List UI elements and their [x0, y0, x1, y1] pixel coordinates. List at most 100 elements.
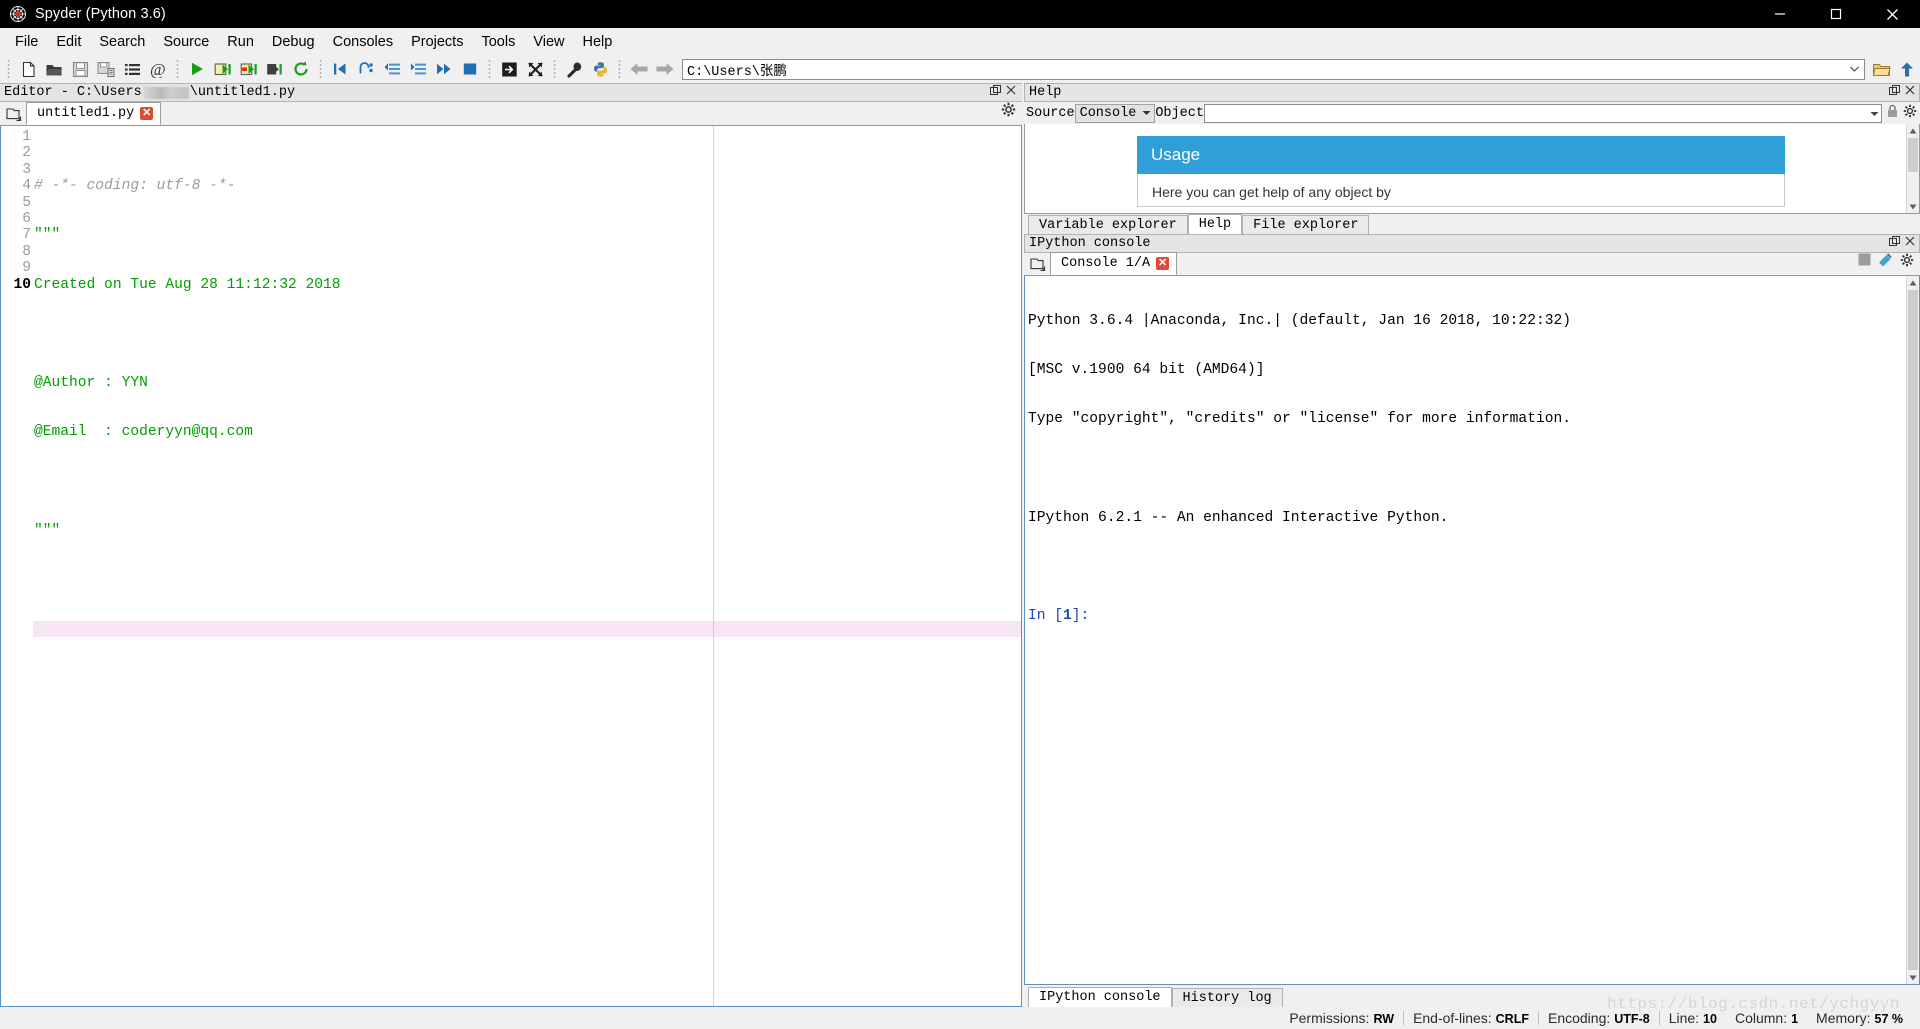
- status-eol-value: CRLF: [1495, 1012, 1529, 1026]
- close-icon[interactable]: [1905, 85, 1915, 101]
- scroll-down-icon[interactable]: [1907, 971, 1919, 984]
- main-toolbar: @ C:\Users\张鹏: [0, 55, 1920, 83]
- menu-view[interactable]: View: [524, 31, 573, 53]
- help-scroll-thumb[interactable]: [1908, 138, 1918, 172]
- undock-icon[interactable]: [1889, 84, 1900, 101]
- debug-continue-icon[interactable]: [431, 56, 457, 82]
- code-line-text: Created on Tue Aug 28 11:12:32 2018: [34, 276, 341, 293]
- list-icon[interactable]: [119, 56, 145, 82]
- toolbar-separator: [317, 58, 324, 80]
- tab-close-icon[interactable]: ✕: [140, 107, 154, 120]
- browse-tabs-icon[interactable]: [2, 103, 26, 125]
- maximize-pane-icon[interactable]: [496, 56, 522, 82]
- status-encoding-value: UTF-8: [1614, 1012, 1650, 1026]
- scroll-down-icon[interactable]: [1907, 200, 1919, 213]
- help-options-gear-icon[interactable]: [1903, 104, 1917, 123]
- environment-icon[interactable]: [1878, 253, 1893, 272]
- debug-step-icon[interactable]: [353, 56, 379, 82]
- run-file-icon[interactable]: [184, 56, 210, 82]
- scroll-up-icon[interactable]: [1907, 276, 1919, 289]
- editor-title-suffix: \untitled1.py: [189, 85, 296, 100]
- line-number: 3: [22, 161, 31, 178]
- at-icon[interactable]: @: [145, 56, 171, 82]
- close-icon[interactable]: [1006, 85, 1016, 100]
- tab-ipython-console[interactable]: IPython console: [1028, 987, 1172, 1007]
- help-scrollbar[interactable]: [1906, 124, 1919, 213]
- lock-icon[interactable]: [1886, 104, 1899, 123]
- tab-history-log[interactable]: History log: [1171, 988, 1283, 1007]
- menu-projects[interactable]: Projects: [402, 31, 472, 53]
- open-file-icon[interactable]: [41, 56, 67, 82]
- debug-file-icon[interactable]: [327, 56, 353, 82]
- status-memory-label: Memory:: [1816, 1010, 1871, 1026]
- parent-directory-icon[interactable]: [1894, 56, 1920, 82]
- menu-edit[interactable]: Edit: [47, 31, 90, 53]
- code-text-area[interactable]: # -*- coding: utf-8 -*- """ Created on T…: [33, 126, 1021, 1006]
- code-line-text: # -*- coding: utf-8 -*-: [34, 178, 236, 195]
- debug-stop-icon[interactable]: [457, 56, 483, 82]
- menu-source[interactable]: Source: [154, 31, 218, 53]
- save-file-icon[interactable]: [67, 56, 93, 82]
- menu-search[interactable]: Search: [90, 31, 154, 53]
- code-editor[interactable]: 1 2 3 4 5 6 7 8 9 10 # -*- coding: utf-8…: [0, 126, 1022, 1007]
- run-cell-advance-icon[interactable]: [236, 56, 262, 82]
- menu-file[interactable]: File: [6, 31, 47, 53]
- debug-step-into-icon[interactable]: [379, 56, 405, 82]
- menu-consoles[interactable]: Consoles: [324, 31, 402, 53]
- back-icon[interactable]: [626, 56, 652, 82]
- browse-tabs-icon[interactable]: [1026, 253, 1050, 275]
- toolbar-separator: [5, 58, 12, 80]
- tab-variable-explorer[interactable]: Variable explorer: [1028, 215, 1188, 234]
- code-line-text: @Email : coderyyn@qq.com: [34, 424, 253, 441]
- tab-file-explorer[interactable]: File explorer: [1242, 215, 1370, 234]
- status-encoding: Encoding: UTF-8: [1539, 1010, 1659, 1026]
- help-source-select[interactable]: Console: [1074, 103, 1156, 123]
- console-scrollbar[interactable]: [1906, 276, 1919, 984]
- tab-close-icon[interactable]: ✕: [1156, 257, 1170, 270]
- menu-debug[interactable]: Debug: [263, 31, 324, 53]
- chevron-down-icon[interactable]: [1846, 60, 1862, 79]
- minimize-button[interactable]: [1752, 0, 1808, 28]
- console-scroll-thumb[interactable]: [1908, 290, 1918, 970]
- save-all-icon[interactable]: [93, 56, 119, 82]
- help-object-input[interactable]: [1203, 103, 1882, 123]
- preferences-icon[interactable]: [561, 56, 587, 82]
- working-directory-combobox[interactable]: C:\Users\张鹏: [682, 58, 1865, 80]
- close-icon[interactable]: [1905, 236, 1915, 252]
- stop-icon[interactable]: [1858, 253, 1871, 272]
- console-options-gear-icon[interactable]: [1900, 253, 1914, 272]
- undock-icon[interactable]: [1889, 235, 1900, 252]
- spyder-window: Spyder (Python 3.6) File Edit Search Sou…: [0, 0, 1920, 1029]
- debug-step-return-icon[interactable]: [405, 56, 431, 82]
- code-line: Created on Tue Aug 28 11:12:32 2018: [33, 277, 1021, 293]
- menu-run[interactable]: Run: [218, 31, 263, 53]
- forward-icon[interactable]: [652, 56, 678, 82]
- main-body: Editor - C:\Users \untitled1.py untitled…: [0, 83, 1920, 1007]
- menu-help[interactable]: Help: [574, 31, 622, 53]
- editor-options-gear-icon[interactable]: [1001, 102, 1022, 125]
- chevron-down-icon[interactable]: [1870, 104, 1879, 122]
- run-cell-icon[interactable]: [210, 56, 236, 82]
- code-line: @Email : coderyyn@qq.com: [33, 424, 1021, 440]
- new-file-icon[interactable]: [15, 56, 41, 82]
- rerun-icon[interactable]: [288, 56, 314, 82]
- console-tab-1a[interactable]: Console 1/A ✕: [1050, 252, 1178, 275]
- close-button[interactable]: [1864, 0, 1920, 28]
- fullscreen-pane-icon[interactable]: [522, 56, 548, 82]
- open-directory-icon[interactable]: [1868, 56, 1894, 82]
- console-output[interactable]: Python 3.6.4 |Anaconda, Inc.| (default, …: [1024, 276, 1920, 985]
- console-line: IPython 6.2.1 -- An enhanced Interactive…: [1028, 509, 1449, 526]
- scroll-up-icon[interactable]: [1907, 124, 1919, 137]
- run-selection-icon[interactable]: [262, 56, 288, 82]
- editor-tab-untitled1[interactable]: untitled1.py ✕: [26, 102, 162, 125]
- code-line: @Author : YYN: [33, 375, 1021, 391]
- tab-help[interactable]: Help: [1187, 214, 1243, 234]
- undock-icon[interactable]: [990, 84, 1001, 101]
- line-number: 1: [22, 129, 31, 145]
- pythonpath-manager-icon[interactable]: [587, 56, 613, 82]
- maximize-button[interactable]: [1808, 0, 1864, 28]
- menu-tools[interactable]: Tools: [472, 31, 524, 53]
